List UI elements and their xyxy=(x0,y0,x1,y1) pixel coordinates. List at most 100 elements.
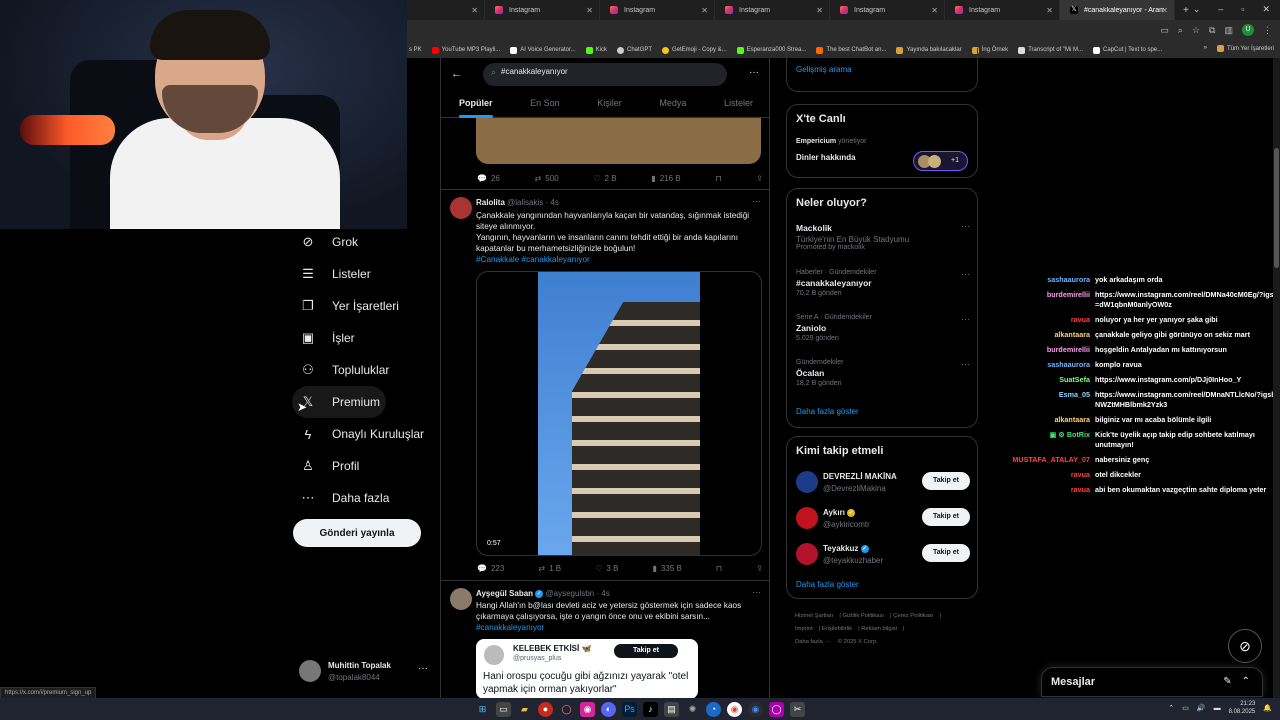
follow-suggestion[interactable]: DEVREZLİ MAKİNA @DevrezliMakina Takip et xyxy=(796,469,970,497)
more-dots-icon[interactable]: ··· xyxy=(418,663,428,674)
task-view-icon[interactable]: ▭ xyxy=(496,701,511,717)
photoshop-icon[interactable]: Ps xyxy=(622,701,637,717)
bookmark[interactable]: CapCut | Text to spe... xyxy=(1093,46,1162,54)
new-tab-button[interactable]: + xyxy=(1183,5,1189,16)
chevron-up-icon[interactable]: ⌃ xyxy=(1242,676,1250,687)
embedded-tweet[interactable]: KELEBEK ETKİSİ 🦋 @prusyas_plus Takip et … xyxy=(476,639,698,698)
bookmark[interactable]: Transcript of "Mi M... xyxy=(1018,46,1083,54)
dropdown-icon[interactable]: ⌄ xyxy=(1193,4,1201,15)
grok-fab-button[interactable]: ⊘ xyxy=(1228,629,1262,663)
more-dots-icon[interactable]: ··· xyxy=(749,67,759,78)
more-dots-icon[interactable]: ··· xyxy=(961,221,970,231)
obs-icon[interactable]: ● xyxy=(538,701,553,717)
tweet-media[interactable] xyxy=(476,116,761,164)
bookmark-button[interactable]: ⊓ xyxy=(715,174,721,183)
nav-item-verified-orgs[interactable]: ϟ Onaylı Kuruluşlar xyxy=(292,418,442,450)
follow-button[interactable]: Takip et xyxy=(922,544,970,562)
bookmark[interactable]: AI Voice Generator... xyxy=(510,46,576,54)
notification-icon[interactable]: 🔔 xyxy=(1263,704,1272,712)
close-tab-icon[interactable]: ✕ xyxy=(586,6,593,15)
more-dots-icon[interactable]: ··· xyxy=(961,269,970,279)
like-button[interactable]: ♡ 2 B xyxy=(593,174,616,183)
retweet-button[interactable]: ⇄ 1 B xyxy=(538,564,561,573)
close-tab-icon[interactable]: ✕ xyxy=(701,6,708,15)
search-box[interactable]: ⌕ xyxy=(483,63,727,86)
account-switcher[interactable]: Muhittin Topalak @topalak8044 ··· xyxy=(299,660,434,686)
nav-item-grok[interactable]: ⊘ Grok xyxy=(292,226,442,258)
browser-tab-active[interactable]: 𝕏#canakkaleyanıyor - Arama / X✕ xyxy=(1060,0,1175,20)
retweet-button[interactable]: ⇄ 500 xyxy=(535,174,559,183)
chrome-icon[interactable]: ◉ xyxy=(748,701,763,717)
scrollbar-thumb[interactable] xyxy=(1274,148,1279,268)
discord-icon[interactable]: ◐ xyxy=(601,701,616,717)
tweet-hashtags[interactable]: #canakkaleyanıyor xyxy=(476,622,761,633)
browser-tab[interactable]: Instagram ✕ xyxy=(600,0,715,20)
browser-tab[interactable]: ✕ xyxy=(407,0,485,20)
live-host[interactable]: Empericium yönetiyor xyxy=(796,138,866,145)
show-more-link[interactable]: Daha fazla göster xyxy=(796,580,859,589)
zoom-icon[interactable]: ⌕ xyxy=(1178,25,1183,36)
search-input[interactable] xyxy=(501,67,711,76)
nav-item-more[interactable]: ⋯ Daha fazla xyxy=(292,482,442,514)
messages-drawer[interactable]: Mesajlar ✎ ⌃ xyxy=(1041,667,1263,697)
chevron-up-icon[interactable]: ⌃ xyxy=(1168,704,1174,712)
app-icon[interactable]: ◯ xyxy=(559,702,574,717)
share-button[interactable]: ⇪ xyxy=(756,174,763,183)
browser-tab[interactable]: Instagram ✕ xyxy=(485,0,600,20)
compose-message-icon[interactable]: ✎ xyxy=(1223,676,1231,687)
reply-button[interactable]: 💬 223 xyxy=(477,564,504,573)
more-dots-icon[interactable]: ··· xyxy=(961,359,970,369)
more-dots-icon[interactable]: ··· xyxy=(752,587,761,597)
follow-button[interactable]: Takip et xyxy=(614,644,678,658)
page-scrollbar[interactable] xyxy=(1273,58,1280,698)
trend-item[interactable]: Mackolik Türkiye'nin En Büyük Stadyumu P… xyxy=(796,221,970,251)
sidebar-icon[interactable]: ▥ xyxy=(1224,25,1233,36)
bookmark[interactable]: ChatGPT xyxy=(616,46,652,54)
close-tab-icon[interactable]: ✕ xyxy=(1161,6,1168,15)
app-icon[interactable]: ◯ xyxy=(769,701,784,717)
bookmark[interactable]: YouTube MP3 Playli... xyxy=(431,46,500,54)
show-more-link[interactable]: Daha fazla göster xyxy=(796,407,859,416)
live-topic[interactable]: Dinler hakkında xyxy=(796,153,856,162)
follow-suggestion[interactable]: Teyakkuz ✓ @teyakkuzhaber Takip et xyxy=(796,541,970,569)
extension-icon[interactable]: ⧉ xyxy=(1209,25,1215,36)
back-arrow-icon[interactable]: ← xyxy=(451,68,462,80)
tab-media[interactable]: Medya xyxy=(659,94,686,118)
battery-icon[interactable]: ▬ xyxy=(1214,705,1221,712)
capcut-icon[interactable]: ✂ xyxy=(790,701,805,717)
advanced-search-link[interactable]: Gelişmiş arama xyxy=(796,65,852,74)
tiktok-icon[interactable]: ♪ xyxy=(643,701,658,717)
windows-start-icon[interactable]: ⊞ xyxy=(475,702,490,717)
nav-item-lists[interactable]: ☰ Listeler xyxy=(292,258,442,290)
share-button[interactable]: ⇪ xyxy=(756,564,763,573)
close-tab-icon[interactable]: ✕ xyxy=(471,6,478,15)
browser-tab[interactable]: Instagram ✕ xyxy=(830,0,945,20)
tab-popular[interactable]: Popüler xyxy=(459,94,493,118)
follow-suggestion[interactable]: Aykırı ✓ @aykiricomtr Takip et xyxy=(796,505,970,533)
nav-item-communities[interactable]: ⚇ Topluluklar xyxy=(292,354,442,386)
app-icon[interactable]: ▤ xyxy=(664,701,679,717)
views-button[interactable]: ▮ 335 B xyxy=(653,564,682,573)
browser-tab[interactable]: Instagram ✕ xyxy=(945,0,1060,20)
trend-item[interactable]: Haberler · Gündemdekiler #canakkaleyanıy… xyxy=(796,269,970,297)
trend-item[interactable]: Gündemdekiler Öcalan 18,2 B gönderi ··· xyxy=(796,359,970,387)
live-listeners-pill[interactable]: +1 xyxy=(913,151,968,171)
speaker-icon[interactable]: 🔊 xyxy=(1197,704,1206,712)
nav-item-bookmarks[interactable]: ❐ Yer İşaretleri xyxy=(292,290,442,322)
follow-button[interactable]: Takip et xyxy=(922,508,970,526)
chrome-icon[interactable]: ◉ xyxy=(727,701,742,717)
tab-people[interactable]: Kişiler xyxy=(597,94,622,118)
bookmark[interactable]: Kick xyxy=(585,46,607,54)
all-bookmarks[interactable]: Tüm Yer İşaretleri xyxy=(1216,45,1274,52)
maximize-icon[interactable]: ▫ xyxy=(1241,4,1244,15)
close-tab-icon[interactable]: ✕ xyxy=(1046,6,1053,15)
cast-icon[interactable]: ▭ xyxy=(1160,25,1169,36)
nav-item-profile[interactable]: ♙ Profil xyxy=(292,450,442,482)
close-tab-icon[interactable]: ✕ xyxy=(931,6,938,15)
chevron-right-icon[interactable]: » xyxy=(1204,45,1207,52)
instagram-icon[interactable]: ◉ xyxy=(580,701,595,717)
like-button[interactable]: ♡ 3 B xyxy=(595,564,618,573)
more-dots-icon[interactable]: ··· xyxy=(961,314,970,324)
tab-lists[interactable]: Listeler xyxy=(724,94,753,118)
close-tab-icon[interactable]: ✕ xyxy=(816,6,823,15)
